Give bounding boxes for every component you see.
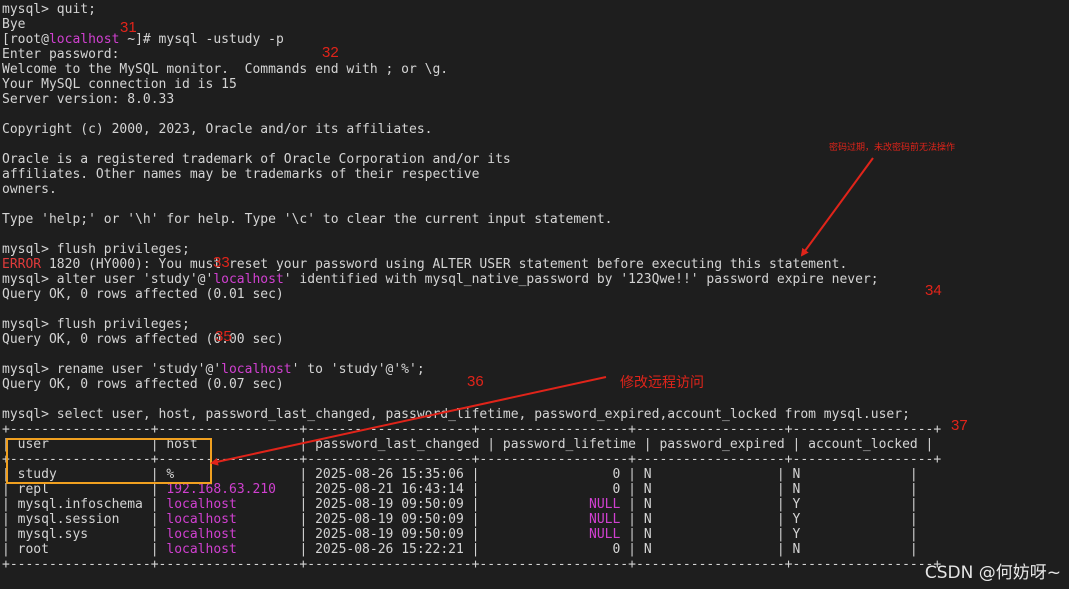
arrow-to-error [800, 157, 874, 257]
csdn-watermark: CSDN @何妨呀~ [924, 563, 1061, 583]
annotation-arrows [210, 157, 874, 466]
arrow-to-host-column [210, 376, 607, 466]
